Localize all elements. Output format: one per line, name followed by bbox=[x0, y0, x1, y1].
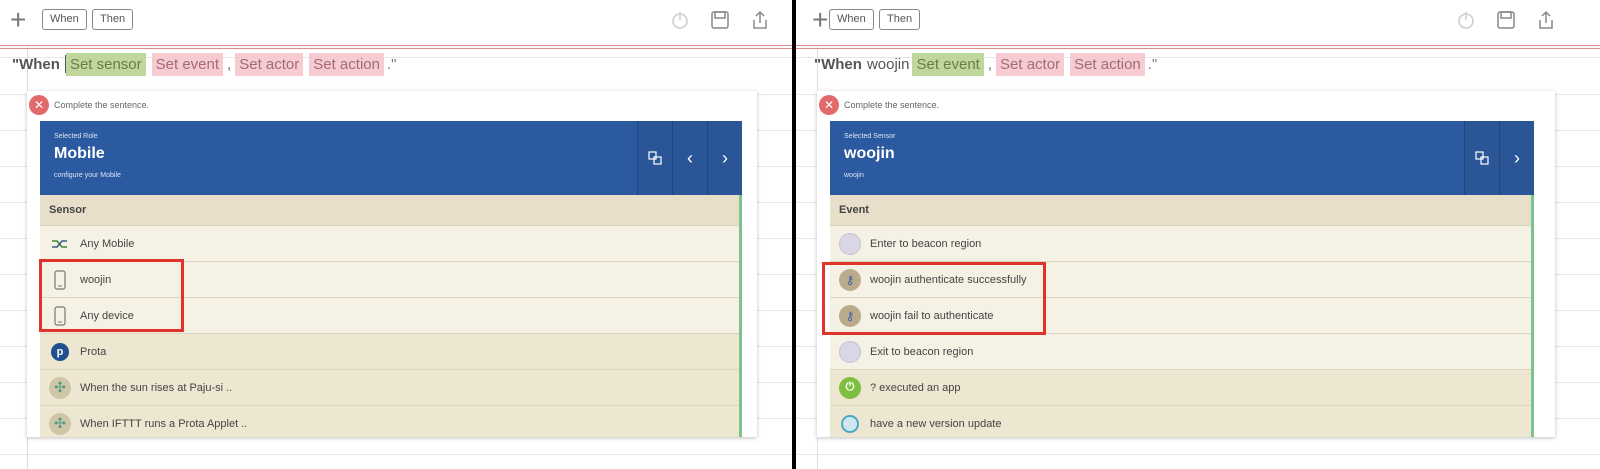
list-item[interactable]: ✣ When IFTTT runs a Prota Applet .. bbox=[40, 406, 739, 437]
list-item-label: When IFTTT runs a Prota Applet .. bbox=[80, 417, 248, 430]
beacon-icon bbox=[830, 340, 870, 363]
list-item-label: When the sun rises at Paju-si .. bbox=[80, 381, 233, 394]
sentence-when: "When bbox=[814, 55, 862, 73]
link-icon bbox=[648, 151, 662, 165]
list-item-label: woojin bbox=[80, 273, 112, 286]
list-item[interactable]: ⚷ woojin fail to authenticate bbox=[830, 298, 1531, 334]
set-action-chip[interactable]: Set action bbox=[1070, 52, 1145, 76]
list-item[interactable]: Enter to beacon region bbox=[830, 226, 1531, 262]
set-actor-chip[interactable]: Set actor bbox=[235, 52, 304, 76]
power-icon[interactable] bbox=[670, 10, 690, 30]
rule-sentence: "When woojin Set event , Set actor Set a… bbox=[814, 52, 1157, 76]
sentence-end: ." bbox=[386, 55, 397, 73]
banner-title: woojin bbox=[844, 145, 895, 162]
prev-button[interactable]: ‹ bbox=[672, 121, 707, 195]
toolbar: + When Then bbox=[796, 0, 1600, 46]
list-item-label: Any Mobile bbox=[80, 237, 135, 250]
save-icon[interactable] bbox=[710, 10, 730, 30]
set-actor-chip[interactable]: Set actor bbox=[996, 52, 1065, 76]
when-button[interactable]: When bbox=[829, 9, 874, 30]
next-button[interactable]: › bbox=[1499, 121, 1534, 195]
popup-hint: Complete the sentence. bbox=[54, 100, 150, 110]
set-sensor-chip[interactable]: Set sensor bbox=[65, 52, 146, 76]
sentence-end: ." bbox=[1147, 55, 1158, 73]
list-item[interactable]: woojin bbox=[40, 262, 739, 298]
banner-role-label: Selected Sensor bbox=[844, 133, 896, 140]
list-item[interactable]: Any Mobile bbox=[40, 226, 739, 262]
next-button[interactable]: › bbox=[707, 121, 742, 195]
chevron-left-icon: ‹ bbox=[687, 147, 693, 168]
header-divider bbox=[796, 45, 1600, 49]
banner-role-label: Selected Role bbox=[54, 133, 98, 140]
selected-sensor-banner: Selected Sensor woojin woojin › bbox=[830, 121, 1534, 195]
toolbar: + When Then bbox=[0, 0, 792, 46]
list-item[interactable]: have a new version update bbox=[830, 406, 1531, 437]
phone-icon bbox=[40, 305, 80, 326]
list-item[interactable]: p Prota bbox=[40, 334, 739, 370]
banner-title: Mobile bbox=[54, 145, 105, 162]
list-item-label: have a new version update bbox=[870, 417, 1002, 430]
list-item-label: ? executed an app bbox=[870, 381, 961, 394]
sentence-popup: ✕ Complete the sentence. Selected Role M… bbox=[27, 91, 757, 437]
list-item-label: Prota bbox=[80, 345, 107, 358]
share-icon[interactable] bbox=[1536, 10, 1556, 30]
update-icon bbox=[830, 414, 870, 433]
banner-subtitle: woojin bbox=[844, 172, 864, 179]
selected-role-banner: Selected Role Mobile configure your Mobi… bbox=[40, 121, 742, 195]
ifttt-icon: ✣ bbox=[40, 376, 80, 399]
popup-hint: Complete the sentence. bbox=[844, 100, 940, 110]
list-item-label: woojin fail to authenticate bbox=[870, 309, 994, 322]
sensor-list: Sensor Any Mobile woojin Any device p Pr… bbox=[40, 195, 742, 437]
set-event-chip[interactable]: Set event bbox=[151, 52, 224, 76]
sentence-comma: , bbox=[227, 55, 232, 73]
configure-button[interactable] bbox=[1464, 121, 1499, 195]
shuffle-icon bbox=[40, 238, 80, 250]
save-icon[interactable] bbox=[1496, 10, 1516, 30]
sentence-comma: , bbox=[987, 55, 993, 73]
when-button[interactable]: When bbox=[42, 9, 87, 30]
list-item[interactable]: ⚷ woojin authenticate successfully bbox=[830, 262, 1531, 298]
list-header: Event bbox=[830, 195, 1531, 226]
close-icon[interactable]: ✕ bbox=[819, 95, 839, 115]
sentence-subject[interactable]: woojin bbox=[867, 56, 910, 73]
sentence-when: "When bbox=[12, 55, 60, 73]
list-item[interactable]: ⏻ ? executed an app bbox=[830, 370, 1531, 406]
add-icon[interactable]: + bbox=[812, 6, 828, 34]
phone-icon bbox=[40, 269, 80, 290]
sentence-popup: ✕ Complete the sentence. Selected Sensor… bbox=[817, 91, 1555, 437]
event-list: Event Enter to beacon region ⚷ woojin au… bbox=[830, 195, 1534, 437]
power-icon[interactable] bbox=[1456, 10, 1476, 30]
header-divider bbox=[0, 45, 792, 49]
key-icon: ⚷ bbox=[830, 304, 870, 327]
list-item[interactable]: ✣ When the sun rises at Paju-si .. bbox=[40, 370, 739, 406]
key-icon: ⚷ bbox=[830, 268, 870, 291]
right-panel: + When Then "When woojin Set event , Set… bbox=[796, 0, 1600, 469]
set-event-chip[interactable]: Set event bbox=[912, 52, 984, 76]
list-item-label: woojin authenticate successfully bbox=[870, 273, 1027, 286]
chevron-right-icon: › bbox=[1514, 147, 1520, 168]
list-header: Sensor bbox=[40, 195, 739, 226]
link-icon bbox=[1475, 151, 1489, 165]
close-icon[interactable]: ✕ bbox=[29, 95, 49, 115]
beacon-icon bbox=[830, 232, 870, 255]
banner-subtitle: configure your Mobile bbox=[54, 172, 121, 179]
list-item-label: Any device bbox=[80, 309, 134, 322]
list-item-label: Enter to beacon region bbox=[870, 237, 982, 250]
add-icon[interactable]: + bbox=[10, 6, 26, 34]
then-button[interactable]: Then bbox=[879, 9, 921, 30]
ifttt-icon: ✣ bbox=[40, 412, 80, 435]
left-panel: + When Then "When Set sensor Set event ,… bbox=[0, 0, 792, 469]
list-item[interactable]: Any device bbox=[40, 298, 739, 334]
set-action-chip[interactable]: Set action bbox=[309, 52, 384, 76]
rule-sentence: "When Set sensor Set event , Set actor S… bbox=[12, 52, 396, 76]
power-icon: ⏻ bbox=[830, 376, 870, 399]
prota-logo-icon: p bbox=[40, 342, 80, 361]
then-button[interactable]: Then bbox=[92, 9, 134, 30]
configure-button[interactable] bbox=[637, 121, 672, 195]
list-item[interactable]: Exit to beacon region bbox=[830, 334, 1531, 370]
share-icon[interactable] bbox=[750, 10, 770, 30]
chevron-right-icon: › bbox=[722, 147, 728, 168]
list-item-label: Exit to beacon region bbox=[870, 345, 974, 358]
